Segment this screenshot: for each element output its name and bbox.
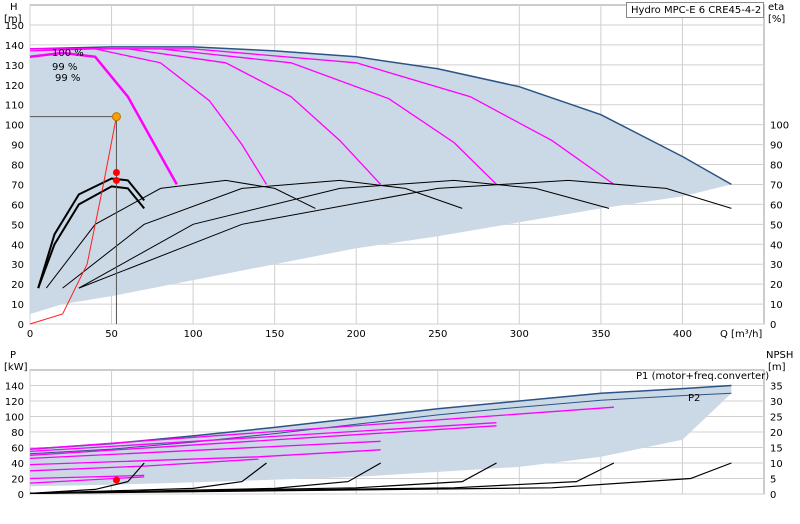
speed-label: 100 % <box>52 48 84 59</box>
x-tick-label: 300 <box>510 329 529 340</box>
y-tick-label-right: 100 <box>770 121 789 132</box>
y-tick-label-left: 40 <box>11 459 24 470</box>
y-tick-label-left: 140 <box>5 382 24 393</box>
y-axis-label-left: P <box>10 350 16 361</box>
pump-curve-figure: 100 % 99 % 99 % 0 10 20 30 40 50 60 70 80 90 100 110 12… <box>0 0 800 520</box>
y-tick-label-left: 0 <box>18 490 24 501</box>
y-tick-label-left: 80 <box>11 428 24 439</box>
x-tick-label: 400 <box>673 329 692 340</box>
y-axis-label-left: H <box>10 2 18 13</box>
y-axis-label-right: NPSH <box>766 350 793 361</box>
x-tick-label: 250 <box>428 329 447 340</box>
y-tick-label-left: 130 <box>5 61 24 72</box>
y-tick-label-left: 140 <box>5 41 24 52</box>
speed-label: 99 % <box>55 73 80 84</box>
y-tick-label-left: 60 <box>11 200 24 211</box>
y-tick-label-left: 20 <box>11 475 24 486</box>
y-tick-label-right: 70 <box>770 180 783 191</box>
x-tick-label: 0 <box>27 329 33 340</box>
y-tick-label-right: 0 <box>770 490 776 501</box>
y-tick-label-left: 120 <box>5 397 24 408</box>
y-tick-label-right: 60 <box>770 200 783 211</box>
efficiency-point <box>112 168 120 176</box>
y-tick-label-left: 120 <box>5 81 24 92</box>
x-axis-label: Q [m³/h] <box>720 329 762 340</box>
y-axis-label-right: eta <box>768 2 784 13</box>
y-tick-label-left: 10 <box>11 300 24 311</box>
y-tick-label-right: 30 <box>770 397 783 408</box>
chart-title: Hydro MPC-E 6 CRE45-4-2 <box>626 2 764 18</box>
y-axis-unit-left: [kW] <box>4 362 28 373</box>
power-duty-point <box>112 476 120 484</box>
y-tick-label-left: 90 <box>11 141 24 152</box>
y-tick-label-right: 35 <box>770 382 783 393</box>
y-tick-label-left: 20 <box>11 280 24 291</box>
legend-p2: P2 <box>688 393 700 404</box>
y-tick-label-right: 10 <box>770 300 783 311</box>
y-tick-label-left: 80 <box>11 161 24 172</box>
y-tick-label-left: 100 <box>5 413 24 424</box>
x-tick-label: 200 <box>347 329 366 340</box>
y-tick-label-left: 60 <box>11 444 24 455</box>
y-tick-label-left: 0 <box>18 320 24 331</box>
y-tick-label-left: 70 <box>11 180 24 191</box>
y-axis-unit-right: [m] <box>768 362 786 373</box>
power-npsh-chart: 0 20 40 60 80 100 120 140 0 5 10 15 20 25 30 35 P[kW] NPS… <box>4 350 793 501</box>
y-tick-label-right: 25 <box>770 413 783 424</box>
x-tick-label: 350 <box>591 329 610 340</box>
y-tick-label-right: 50 <box>770 220 783 231</box>
y-tick-label-right: 10 <box>770 459 783 470</box>
y-tick-label-right: 5 <box>770 475 776 486</box>
y-tick-label-right: 30 <box>770 260 783 271</box>
y-axis-unit-left: [m] <box>4 14 22 25</box>
y-tick-label-left: 30 <box>11 260 24 271</box>
legend-p1: P1 (motor+freq.converter) <box>636 371 769 382</box>
head-efficiency-chart: 100 %99 %99 %010203040506070809010011012… <box>4 2 789 340</box>
y-tick-label-right: 15 <box>770 444 783 455</box>
x-tick-label: 100 <box>184 329 203 340</box>
pump-curve-svg: 100 %99 %99 %010203040506070809010011012… <box>0 0 800 520</box>
y-tick-label-left: 50 <box>11 220 24 231</box>
x-tick-label: 150 <box>265 329 284 340</box>
speed-label: 99 % <box>52 62 77 73</box>
y-tick-label-left: 110 <box>5 101 24 112</box>
efficiency-point <box>112 176 120 184</box>
y-axis-unit-right: [%] <box>768 14 785 25</box>
y-tick-label-right: 20 <box>770 428 783 439</box>
y-tick-label-right: 80 <box>770 161 783 172</box>
y-tick-label-right: 0 <box>770 320 776 331</box>
y-tick-label-left: 40 <box>11 240 24 251</box>
y-tick-label-left: 100 <box>5 121 24 132</box>
y-tick-label-right: 90 <box>770 141 783 152</box>
y-tick-label-right: 20 <box>770 280 783 291</box>
x-tick-label: 50 <box>105 329 118 340</box>
y-tick-label-right: 40 <box>770 240 783 251</box>
duty-point <box>111 112 121 122</box>
